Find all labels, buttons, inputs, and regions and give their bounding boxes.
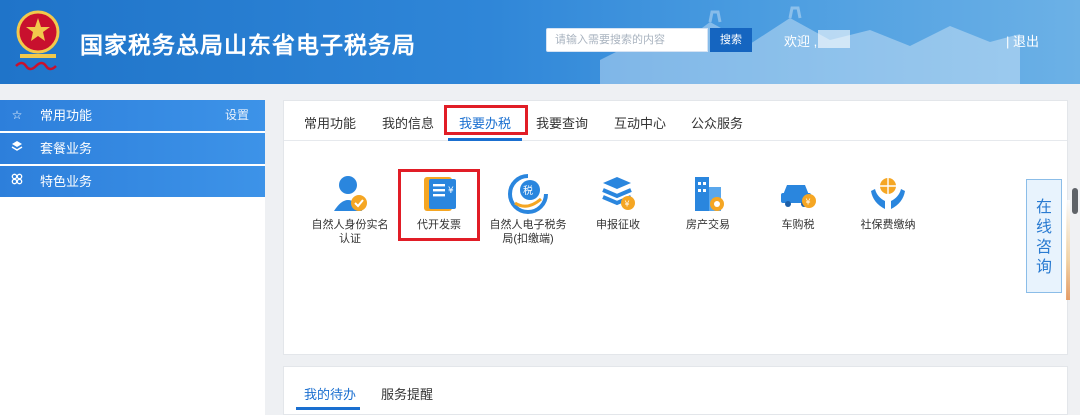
sidebar-item-common-functions[interactable]: ☆ 常用功能 设置 [0,100,265,131]
service-label: 自然人电子税务局(扣缴端) [489,219,567,245]
sidebar-item-label: 常用功能 [40,108,93,123]
highlight-box-invoice [398,169,480,241]
service-label: 车购税 [781,219,815,231]
service-social-insurance[interactable]: 社保费缴纳 [846,173,930,232]
person-verify-icon [334,176,367,211]
online-consult-button[interactable]: 在线咨询 [1026,179,1062,293]
page-scrollbar[interactable] [1070,100,1080,415]
tab-common-functions[interactable]: 常用功能 [304,113,356,132]
tab-service-reminder[interactable]: 服务提醒 [381,384,433,403]
service-label: 房产交易 [686,219,730,231]
building-icon [695,177,724,211]
svg-text:税: 税 [523,184,533,197]
username-masked [818,30,850,48]
consult-label: 在线咨询 [1035,199,1052,276]
service-label: 社保费缴纳 [860,219,916,231]
cluster-icon [10,166,24,197]
tab-my-todo[interactable]: 我的待办 [304,384,356,403]
highlight-box-tab [444,105,528,135]
sidebar-item-special-business[interactable]: 特色业务 [0,166,265,197]
service-label: 申报征收 [596,219,640,231]
service-natural-person-etax[interactable]: 税 自然人电子税务局(扣缴端) [486,173,570,246]
tab-public-service[interactable]: 公众服务 [691,113,743,132]
logout-link[interactable]: | 退出 [1006,31,1039,50]
main-panel: 常用功能 我的信息 我要办税 我要查询 互动中心 公众服务 自然人身份实名认证 … [283,100,1068,355]
welcome-text: 欢迎 , [784,34,818,49]
active-tab-indicator [296,407,360,410]
svg-text:¥: ¥ [806,198,811,207]
search-button[interactable]: 搜索 [710,28,752,52]
tab-query[interactable]: 我要查询 [536,113,588,132]
layers-icon [10,133,24,164]
scrollbar-thumb[interactable] [1072,188,1078,214]
car-tax-icon: ¥ [781,185,816,208]
sidebar-item-label: 特色业务 [40,174,93,189]
sidebar: ☆ 常用功能 设置 套餐业务 特色业务 [0,100,265,415]
tax-emblem-icon [15,10,60,71]
settings-link[interactable]: 设置 [225,100,249,131]
site-title: 国家税务总局山东省电子税务局 [80,32,416,58]
tax-badge-icon: 税 [508,174,548,214]
header-bar: 国家税务总局山东省电子税务局 搜索 欢迎 , | 退出 [0,0,1080,84]
search-input[interactable] [546,28,708,52]
stack-coin-icon: ¥ [602,177,635,210]
active-tab-indicator [448,138,522,141]
tab-bar: 常用功能 我的信息 我要办税 我要查询 互动中心 公众服务 [284,101,1067,141]
tab-interaction-center[interactable]: 互动中心 [614,113,666,132]
service-declare-collect[interactable]: ¥ 申报征收 [576,173,660,232]
hands-globe-icon [871,178,905,209]
service-property-transaction[interactable]: 房产交易 [666,173,750,232]
svg-text:¥: ¥ [625,200,630,209]
sidebar-item-label: 套餐业务 [40,141,93,156]
star-icon: ☆ [11,108,23,122]
tab-my-info[interactable]: 我的信息 [382,113,434,132]
todo-panel: 我的待办 服务提醒 [283,366,1068,415]
sidebar-item-package-business[interactable]: 套餐业务 [0,133,265,164]
service-vehicle-tax[interactable]: ¥ 车购税 [756,173,840,232]
service-person-verify[interactable]: 自然人身份实名认证 [308,173,392,246]
service-label: 自然人身份实名认证 [311,219,389,245]
